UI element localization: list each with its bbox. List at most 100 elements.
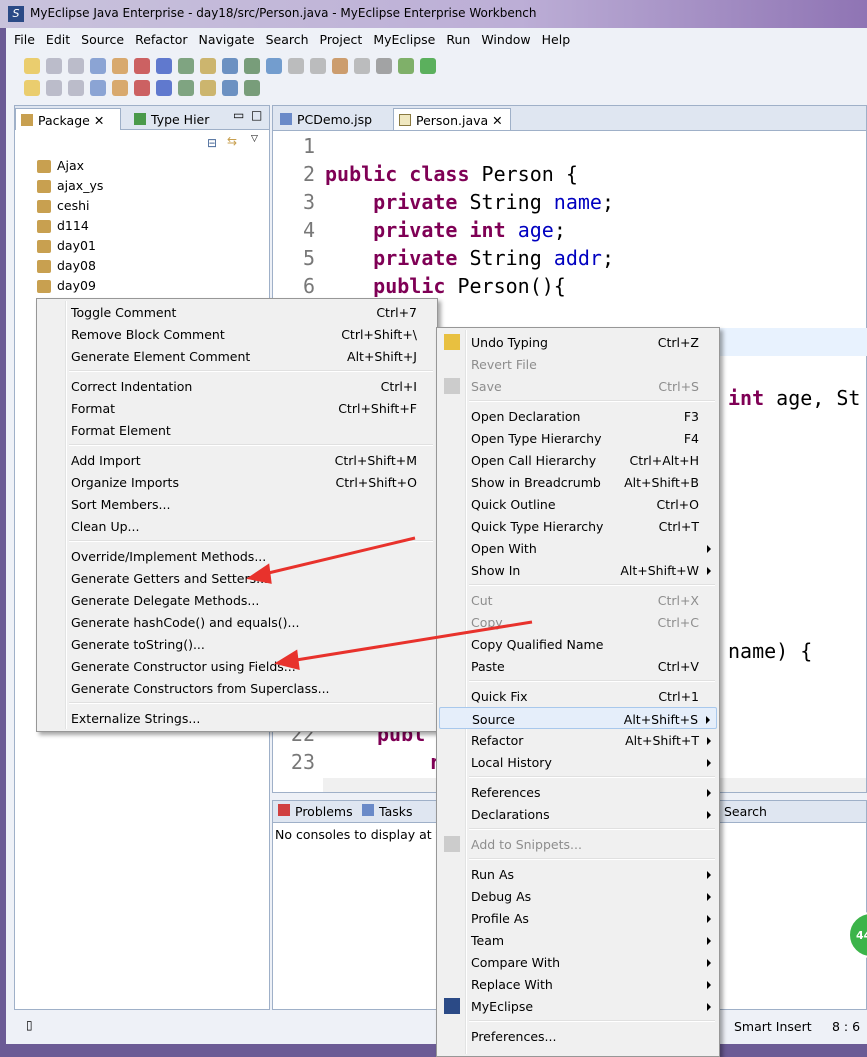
link-with-editor-icon[interactable]: ⇆: [227, 134, 237, 148]
tab-person-java[interactable]: Person.java ✕: [393, 108, 511, 130]
menu-item-quick-outline[interactable]: Quick Outline Ctrl+O: [439, 493, 717, 515]
collapse-all-icon[interactable]: ⊟: [207, 136, 217, 150]
toolbar-button-icon[interactable]: [24, 58, 40, 74]
menu-window[interactable]: Window: [475, 30, 535, 50]
minimize-icon[interactable]: ▭: [233, 108, 244, 122]
menu-item-debug-as[interactable]: Debug As: [439, 885, 717, 907]
menu-item-open-call-hierarchy[interactable]: Open Call Hierarchy Ctrl+Alt+H: [439, 449, 717, 471]
toolbar-button-icon[interactable]: [156, 58, 172, 74]
tree-item-project[interactable]: Ajax: [35, 158, 84, 173]
menu-refactor[interactable]: Refactor: [129, 30, 192, 50]
toolbar-button-icon[interactable]: [178, 80, 194, 96]
toolbar-button-icon[interactable]: [156, 80, 172, 96]
toolbar-button-icon[interactable]: [354, 58, 370, 74]
menu-item-profile-as[interactable]: Profile As: [439, 907, 717, 929]
menu-separator: [469, 680, 715, 682]
toolbar-button-icon[interactable]: [200, 80, 216, 96]
menu-search[interactable]: Search: [260, 30, 314, 50]
menu-item-generate-constructors-from-superclass[interactable]: Generate Constructors from Superclass...: [39, 677, 435, 699]
menu-item-label: Quick Fix: [471, 689, 528, 704]
tab-search[interactable]: Search: [718, 801, 771, 823]
menu-item-references[interactable]: References: [439, 781, 717, 803]
tree-item-project[interactable]: d114: [35, 218, 89, 233]
toolbar-button-icon[interactable]: [134, 58, 150, 74]
menu-source[interactable]: Source: [75, 30, 129, 50]
menu-item-generate-element-comment[interactable]: Generate Element Comment Alt+Shift+J: [39, 345, 435, 367]
menu-item-preferences[interactable]: Preferences...: [439, 1025, 717, 1047]
menu-item-local-history[interactable]: Local History: [439, 751, 717, 773]
tree-item-project[interactable]: day09: [35, 278, 96, 293]
menu-item-compare-with[interactable]: Compare With: [439, 951, 717, 973]
toolbar-button-icon[interactable]: [46, 80, 62, 96]
toolbar-button-icon[interactable]: [244, 80, 260, 96]
menu-help[interactable]: Help: [536, 30, 576, 50]
toolbar-button-icon[interactable]: [112, 58, 128, 74]
toolbar-button-icon[interactable]: [90, 58, 106, 74]
menu-navigate[interactable]: Navigate: [193, 30, 260, 50]
tab-pcdemo-jsp[interactable]: PCDemo.jsp: [275, 108, 378, 130]
menu-item-declarations[interactable]: Declarations: [439, 803, 717, 825]
close-icon[interactable]: ✕: [492, 113, 502, 128]
toolbar-button-icon[interactable]: [24, 80, 40, 96]
menu-item-sort-members[interactable]: Sort Members...: [39, 493, 435, 515]
menu-item-format-element[interactable]: Format Element: [39, 419, 435, 441]
menu-item-correct-indentation[interactable]: Correct Indentation Ctrl+I: [39, 375, 435, 397]
close-icon[interactable]: ✕: [94, 113, 104, 128]
line-number: 4: [302, 218, 315, 242]
menu-item-show-in-breadcrumb[interactable]: Show in Breadcrumb Alt+Shift+B: [439, 471, 717, 493]
toolbar-button-icon[interactable]: [112, 80, 128, 96]
menu-item-open-type-hierarchy[interactable]: Open Type Hierarchy F4: [439, 427, 717, 449]
toolbar-button-icon[interactable]: [68, 80, 84, 96]
submenu-arrow-icon: [707, 789, 711, 797]
toolbar-button-icon[interactable]: [134, 80, 150, 96]
toolbar-button-icon[interactable]: [178, 58, 194, 74]
menu-item-quick-fix[interactable]: Quick Fix Ctrl+1: [439, 685, 717, 707]
menu-item-undo-typing[interactable]: Undo Typing Ctrl+Z: [439, 331, 717, 353]
menu-item-externalize-strings[interactable]: Externalize Strings...: [39, 707, 435, 729]
menu-item-replace-with[interactable]: Replace With: [439, 973, 717, 995]
menu-myeclipse[interactable]: MyEclipse: [367, 30, 440, 50]
toolbar-button-icon[interactable]: [310, 58, 326, 74]
menu-file[interactable]: File: [8, 30, 40, 50]
menu-item-run-as[interactable]: Run As: [439, 863, 717, 885]
view-menu-icon[interactable]: ▽: [251, 134, 258, 144]
toolbar-button-icon[interactable]: [222, 58, 238, 74]
toolbar-button-icon[interactable]: [244, 58, 260, 74]
tab-tasks[interactable]: Tasks: [357, 801, 419, 823]
tab-type-hierarchy[interactable]: Type Hier: [129, 108, 215, 130]
toolbar-button-icon[interactable]: [222, 80, 238, 96]
tree-item-project[interactable]: day01: [35, 238, 96, 253]
menu-item-open-declaration[interactable]: Open Declaration F3: [439, 405, 717, 427]
menu-item-source[interactable]: Source Alt+Shift+S: [439, 707, 717, 729]
menu-item-add-import[interactable]: Add Import Ctrl+Shift+M: [39, 449, 435, 471]
toolbar-button-icon[interactable]: [90, 80, 106, 96]
tab-problems[interactable]: Problems: [273, 801, 359, 823]
submenu-arrow-icon: [707, 811, 711, 819]
toolbar-button-icon[interactable]: [288, 58, 304, 74]
tree-item-project[interactable]: day08: [35, 258, 96, 273]
tree-item-project[interactable]: ceshi: [35, 198, 89, 213]
toolbar-button-icon[interactable]: [200, 58, 216, 74]
toolbar-button-icon[interactable]: [332, 58, 348, 74]
toolbar-button-icon[interactable]: [68, 58, 84, 74]
menu-item-refactor[interactable]: Refactor Alt+Shift+T: [439, 729, 717, 751]
menu-item-remove-block-comment[interactable]: Remove Block Comment Ctrl+Shift+\: [39, 323, 435, 345]
fast-view-icon[interactable]: ▯: [26, 1018, 33, 1032]
menu-project[interactable]: Project: [314, 30, 368, 50]
tab-package[interactable]: Package ✕: [15, 108, 121, 130]
menu-item-organize-imports[interactable]: Organize Imports Ctrl+Shift+O: [39, 471, 435, 493]
toolbar-button-icon[interactable]: [46, 58, 62, 74]
toolbar-button-icon[interactable]: [376, 58, 392, 74]
menu-item-team[interactable]: Team: [439, 929, 717, 951]
toolbar-button-icon[interactable]: [266, 58, 282, 74]
menu-item-toggle-comment[interactable]: Toggle Comment Ctrl+7: [39, 301, 435, 323]
toolbar-button-icon[interactable]: [398, 58, 414, 74]
maximize-icon[interactable]: □: [251, 108, 262, 122]
tree-item-project[interactable]: ajax_ys: [35, 178, 103, 193]
menu-edit[interactable]: Edit: [40, 30, 75, 50]
menu-item-format[interactable]: Format Ctrl+Shift+F: [39, 397, 435, 419]
menu-item-myeclipse[interactable]: MyEclipse: [439, 995, 717, 1017]
menu-run[interactable]: Run: [440, 30, 475, 50]
toolbar-button-icon[interactable]: [420, 58, 436, 74]
menu-item-shortcut: Ctrl+V: [657, 659, 699, 674]
